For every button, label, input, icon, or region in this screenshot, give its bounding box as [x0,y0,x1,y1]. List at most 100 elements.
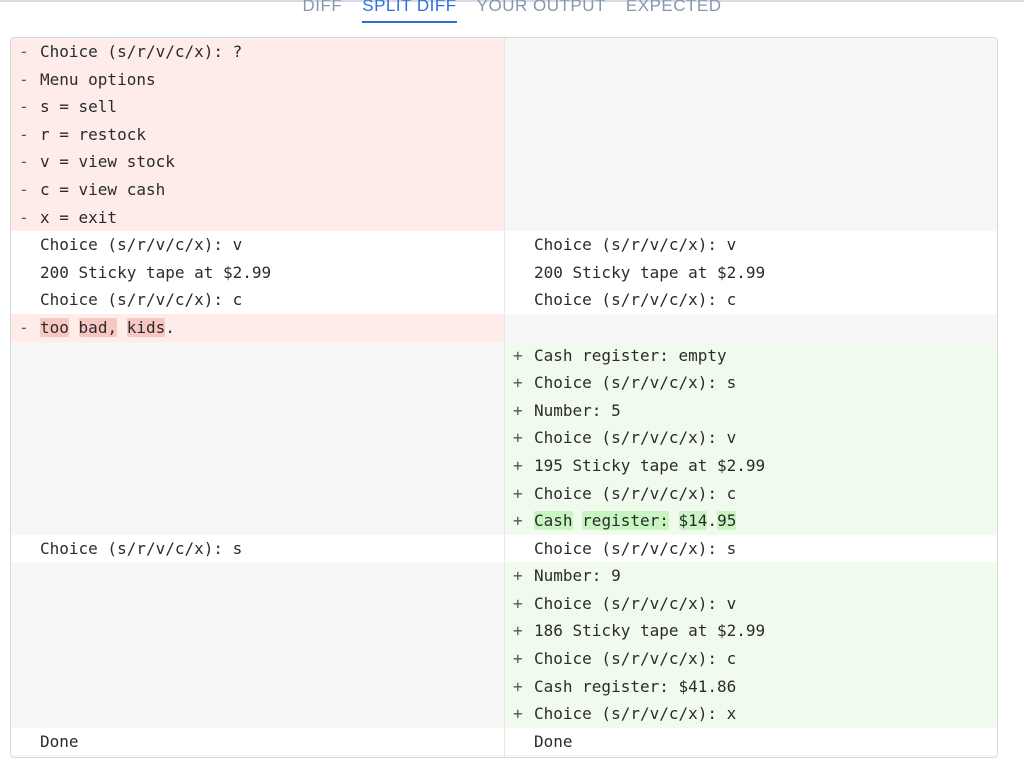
diff-marker: - [19,179,29,199]
diff-line: 200 Sticky tape at $2.99 [11,258,504,287]
diff-text: Number: 5 [534,400,621,420]
diff-text: Choice (s/r/v/c/x): v [534,593,737,613]
diff-text: Choice (s/r/v/c/x): ? [40,42,243,61]
diff-line: + Choice (s/r/v/c/x): x [505,700,997,728]
diff-text: Choice (s/r/v/c/x): x [534,704,737,724]
diff-left-pane[interactable]: - Choice (s/r/v/c/x): ? - Menu options - s = … [11,38,505,757]
diff-line: Choice (s/r/v/c/x): s [11,534,504,563]
diff-line: Choice (s/r/v/c/x): c [505,286,997,314]
diff-line: Done [11,727,504,756]
diff-text: 200 Sticky tape at $2.99 [40,262,272,282]
diff-marker: + [513,483,523,503]
diff-marker: + [513,428,523,448]
diff-text: Choice (s/r/v/c/x): c [534,649,737,669]
diff-line: Choice (s/r/v/c/x): c [11,286,504,314]
diff-line [11,451,504,480]
diff-text: Choice (s/r/v/c/x): c [534,290,737,310]
diff-line: Choice (s/r/v/c/x): v [505,231,997,259]
diff-marker: - [19,317,29,337]
diff-line [11,589,504,618]
diff-text: 186 Sticky tape at $2.99 [534,621,766,641]
diff-marker: - [19,124,29,144]
split-diff-view[interactable]: - Choice (s/r/v/c/x): ? - Menu options - s = … [10,37,998,758]
diff-text: Menu options [40,69,156,89]
diff-line [11,672,504,701]
diff-line [11,369,504,397]
diff-marker: + [513,649,523,669]
diff-text: x = exit [40,207,118,227]
diff-marker: - [19,42,29,61]
diff-text: 200 Sticky tape at $2.99 [534,262,766,282]
diff-line: -r = restock [11,120,504,149]
diff-line: + Number: 5 [505,396,997,425]
diff-line: + Choice (s/r/v/c/x): v [505,424,997,452]
diff-line [11,396,504,425]
tab-expected[interactable]: EXPECTED [626,0,722,23]
diff-line [505,203,997,232]
diff-marker: - [19,69,29,89]
diff-text: Choice (s/r/v/c/x): s [534,373,737,393]
diff-text: Choice (s/r/v/c/x): s [40,538,243,558]
diff-marker: + [513,704,523,724]
diff-line: + Cash register: $14.95 [505,507,997,535]
tab-diff[interactable]: DIFF [302,0,342,23]
diff-text: 195 Sticky tape at $2.99 [534,455,766,475]
diff-text: v = view stock [40,152,175,172]
diff-right-pane[interactable]: Choice (s/r/v/c/x): v 200 Sticky tape at … [505,38,997,757]
diff-line [505,313,997,342]
diff-marker: + [513,345,523,365]
diff-marker: + [513,566,523,586]
diff-line: -x = exit [11,203,504,232]
diff-line: + Cash register: empty [505,341,997,370]
diff-line: +195 Sticky tape at $2.99 [505,451,997,480]
changed-word: $14 [678,511,708,531]
diff-text [69,318,79,337]
diff-text: . [707,511,718,531]
diff-line: +186 Sticky tape at $2.99 [505,617,997,646]
changed-word: register: [582,511,669,531]
diff-text: Cash register: $41.86 [534,676,737,696]
diff-text: Number: 9 [534,566,621,586]
diff-marker: + [513,455,523,475]
tab-bar: DIFF SPLIT DIFF YOUR OUTPUT EXPECTED [0,0,1024,29]
diff-line: + Choice (s/r/v/c/x): v [505,589,997,618]
diff-line [505,93,997,121]
diff-text: Choice (s/r/v/c/x): v [534,428,737,448]
tab-your-output[interactable]: YOUR OUTPUT [477,0,606,23]
diff-line: + Choice (s/r/v/c/x): c [505,479,997,508]
diff-line: -s = sell [11,93,504,121]
tab-split-diff[interactable]: SPLIT DIFF [362,0,458,23]
diff-line [505,120,997,149]
diff-line: - Menu options [11,65,504,94]
diff-text: Done [40,731,79,751]
diff-text: Choice (s/r/v/c/x): c [40,290,243,310]
diff-marker: + [513,621,523,641]
diff-line: + Number: 9 [505,562,997,590]
diff-line [11,617,504,646]
diff-marker: + [513,400,523,420]
diff-text [117,318,127,337]
diff-text: s = sell [40,97,118,117]
changed-word: 95 [717,511,737,531]
diff-line [505,38,997,66]
diff-line [11,700,504,728]
diff-line: Done [505,727,997,756]
changed-word: too [40,317,69,337]
diff-text: Choice (s/r/v/c/x): v [40,235,243,255]
diff-marker: - [19,97,29,117]
diff-line [11,645,504,673]
diff-text: Done [534,731,573,751]
diff-text [669,511,679,530]
diff-line: + Choice (s/r/v/c/x): c [505,645,997,673]
changed-word: kids [126,317,166,337]
diff-marker: + [513,593,523,613]
diff-text: r = restock [40,124,146,144]
diff-text: . [165,317,175,337]
diff-text: Choice (s/r/v/c/x): v [534,235,737,255]
diff-line: - Choice (s/r/v/c/x): ? [11,38,504,66]
diff-text: c = view cash [40,179,166,199]
diff-line: - too bad, kids. [11,313,504,342]
diff-marker: - [19,152,29,172]
diff-line [11,341,504,370]
changed-word: Cash [534,511,573,531]
